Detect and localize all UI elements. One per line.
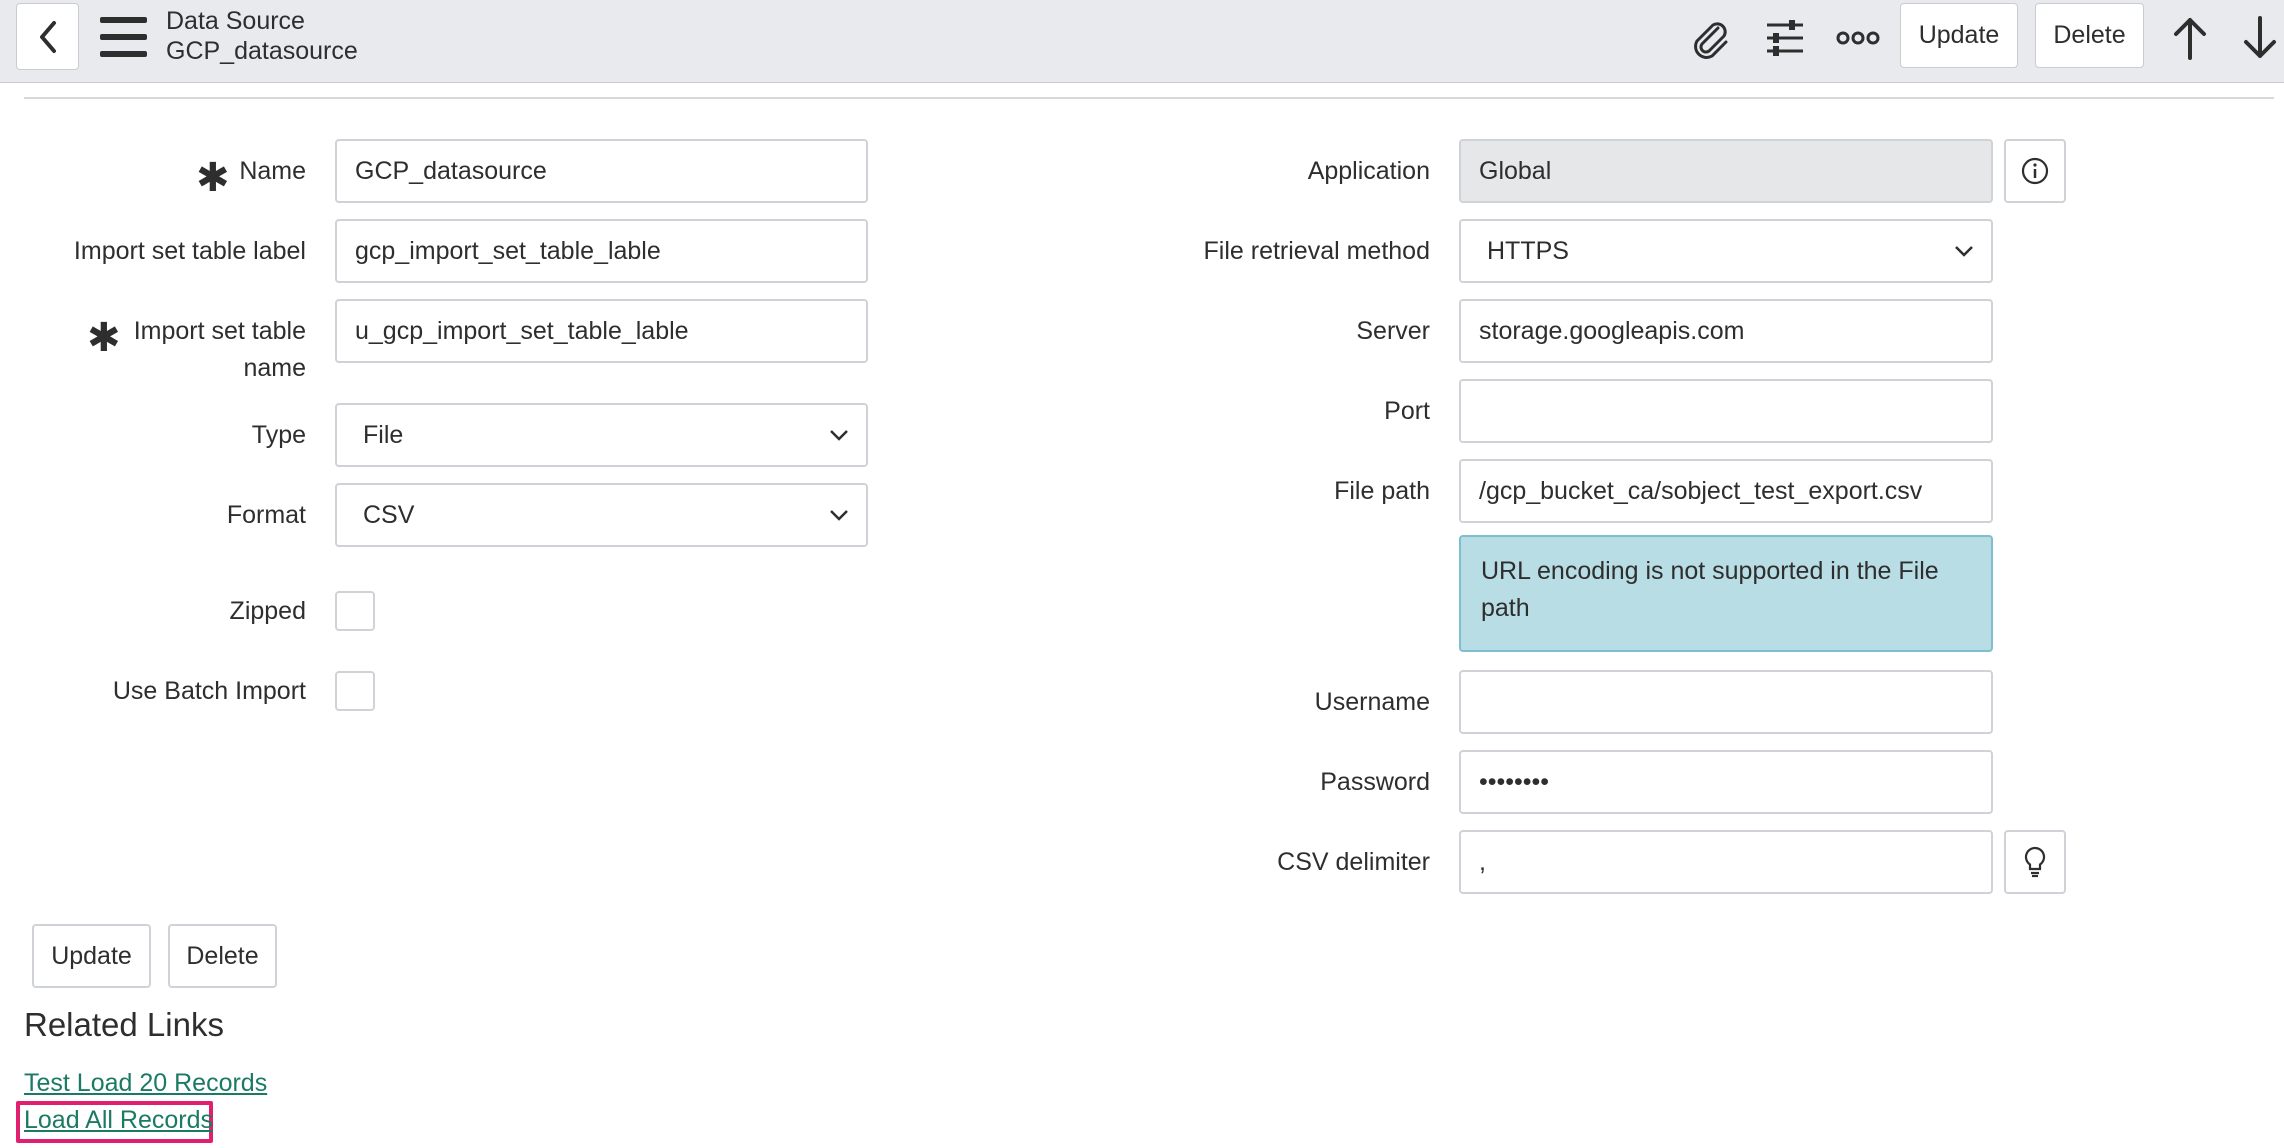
application-input: Global [1459, 139, 1993, 203]
file-path-input[interactable]: /gcp_bucket_ca/sobject_test_export.csv [1459, 459, 1993, 523]
use-batch-import-label: Use Batch Import [112, 677, 306, 705]
type-label: Type [251, 421, 306, 449]
chevron-left-icon [39, 20, 56, 53]
personalize-icon[interactable] [1755, 12, 1815, 64]
form-header: Data Source GCP_datasource Update Delete [0, 0, 2284, 83]
load-all-records-link[interactable]: Load All Records [24, 1105, 213, 1135]
info-icon [2021, 157, 2049, 185]
port-input[interactable] [1459, 379, 1993, 443]
menu-icon[interactable] [100, 17, 147, 57]
import-set-table-name-label-line1: Import set table [133, 317, 306, 345]
application-label: Application [1307, 157, 1430, 185]
server-label: Server [1356, 317, 1430, 345]
server-input[interactable]: storage.googleapis.com [1459, 299, 1993, 363]
chevron-down-icon [1955, 246, 1973, 257]
file-retrieval-method-select[interactable]: HTTPS [1459, 219, 1993, 283]
format-label: Format [226, 501, 306, 529]
username-label: Username [1314, 688, 1430, 716]
csv-delimiter-input[interactable]: , [1459, 830, 1993, 894]
import-set-table-name-label-line2: name [243, 354, 306, 382]
file-path-info-message: URL encoding is not supported in the Fil… [1459, 535, 1993, 652]
header-divider [24, 97, 2274, 99]
record-type: Data Source [166, 7, 305, 35]
file-retrieval-method-value: HTTPS [1487, 237, 1569, 265]
record-title: Data Source GCP_datasource [166, 6, 358, 66]
chevron-down-icon [830, 430, 848, 441]
name-label: Name [239, 157, 306, 185]
password-input[interactable]: •••••••• [1459, 750, 1993, 814]
file-path-label: File path [1334, 477, 1430, 505]
name-input[interactable]: GCP_datasource [335, 139, 868, 203]
csv-delimiter-label: CSV delimiter [1277, 848, 1430, 876]
chevron-down-icon [830, 510, 848, 521]
lightbulb-icon [2024, 846, 2046, 878]
type-select[interactable]: File [335, 403, 868, 467]
arrow-down-icon[interactable] [2230, 12, 2284, 64]
zipped-label: Zipped [229, 597, 306, 625]
delete-button[interactable]: Delete [168, 924, 277, 988]
import-set-table-label-input[interactable]: gcp_import_set_table_lable [335, 219, 868, 283]
file-retrieval-method-label: File retrieval method [1203, 237, 1430, 265]
format-select[interactable]: CSV [335, 483, 868, 547]
header-update-button[interactable]: Update [1900, 3, 2018, 68]
header-delete-button[interactable]: Delete [2035, 3, 2144, 68]
arrow-up-icon[interactable] [2160, 12, 2220, 64]
zipped-checkbox[interactable] [335, 591, 375, 631]
back-button[interactable] [16, 3, 79, 70]
format-select-value: CSV [363, 501, 415, 529]
type-select-value: File [363, 421, 404, 449]
suggestion-button[interactable] [2004, 830, 2066, 894]
more-options-icon[interactable] [1828, 12, 1888, 64]
username-input[interactable] [1459, 670, 1993, 734]
test-load-20-records-link[interactable]: Test Load 20 Records [24, 1068, 267, 1098]
import-set-table-label-label: Import set table label [73, 237, 306, 265]
record-name: GCP_datasource [166, 37, 358, 65]
paperclip-icon[interactable] [1680, 12, 1740, 64]
update-button[interactable]: Update [32, 924, 151, 988]
import-set-table-name-input[interactable]: u_gcp_import_set_table_lable [335, 299, 868, 363]
related-links-heading: Related Links [24, 1006, 224, 1043]
password-label: Password [1320, 768, 1430, 796]
info-button[interactable] [2004, 139, 2066, 203]
use-batch-import-checkbox[interactable] [335, 671, 375, 711]
port-label: Port [1384, 397, 1430, 425]
